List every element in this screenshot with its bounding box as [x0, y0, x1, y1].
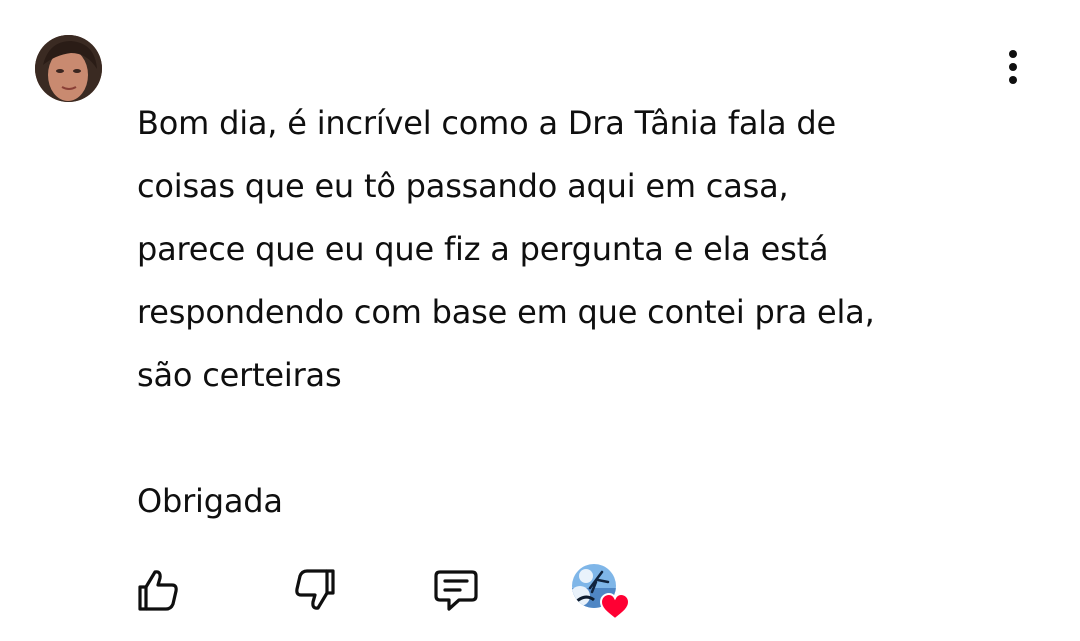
creator-heart-icon — [572, 564, 631, 621]
dislike-button[interactable] — [285, 560, 345, 620]
comment-text: Bom dia, é incrível como a Dra Tânia fal… — [137, 104, 875, 520]
thumb-up-icon — [138, 570, 178, 611]
avatar[interactable] — [35, 35, 102, 102]
reply-button[interactable] — [426, 560, 486, 620]
comment-actions — [0, 560, 1080, 621]
thumb-down-icon — [295, 569, 335, 610]
more-options-button[interactable] — [996, 46, 1030, 88]
creator-heart — [568, 562, 632, 621]
like-button[interactable] — [128, 560, 188, 620]
avatar-image — [35, 35, 102, 102]
more-vert-icon — [1009, 50, 1017, 84]
comment-icon — [434, 570, 478, 611]
